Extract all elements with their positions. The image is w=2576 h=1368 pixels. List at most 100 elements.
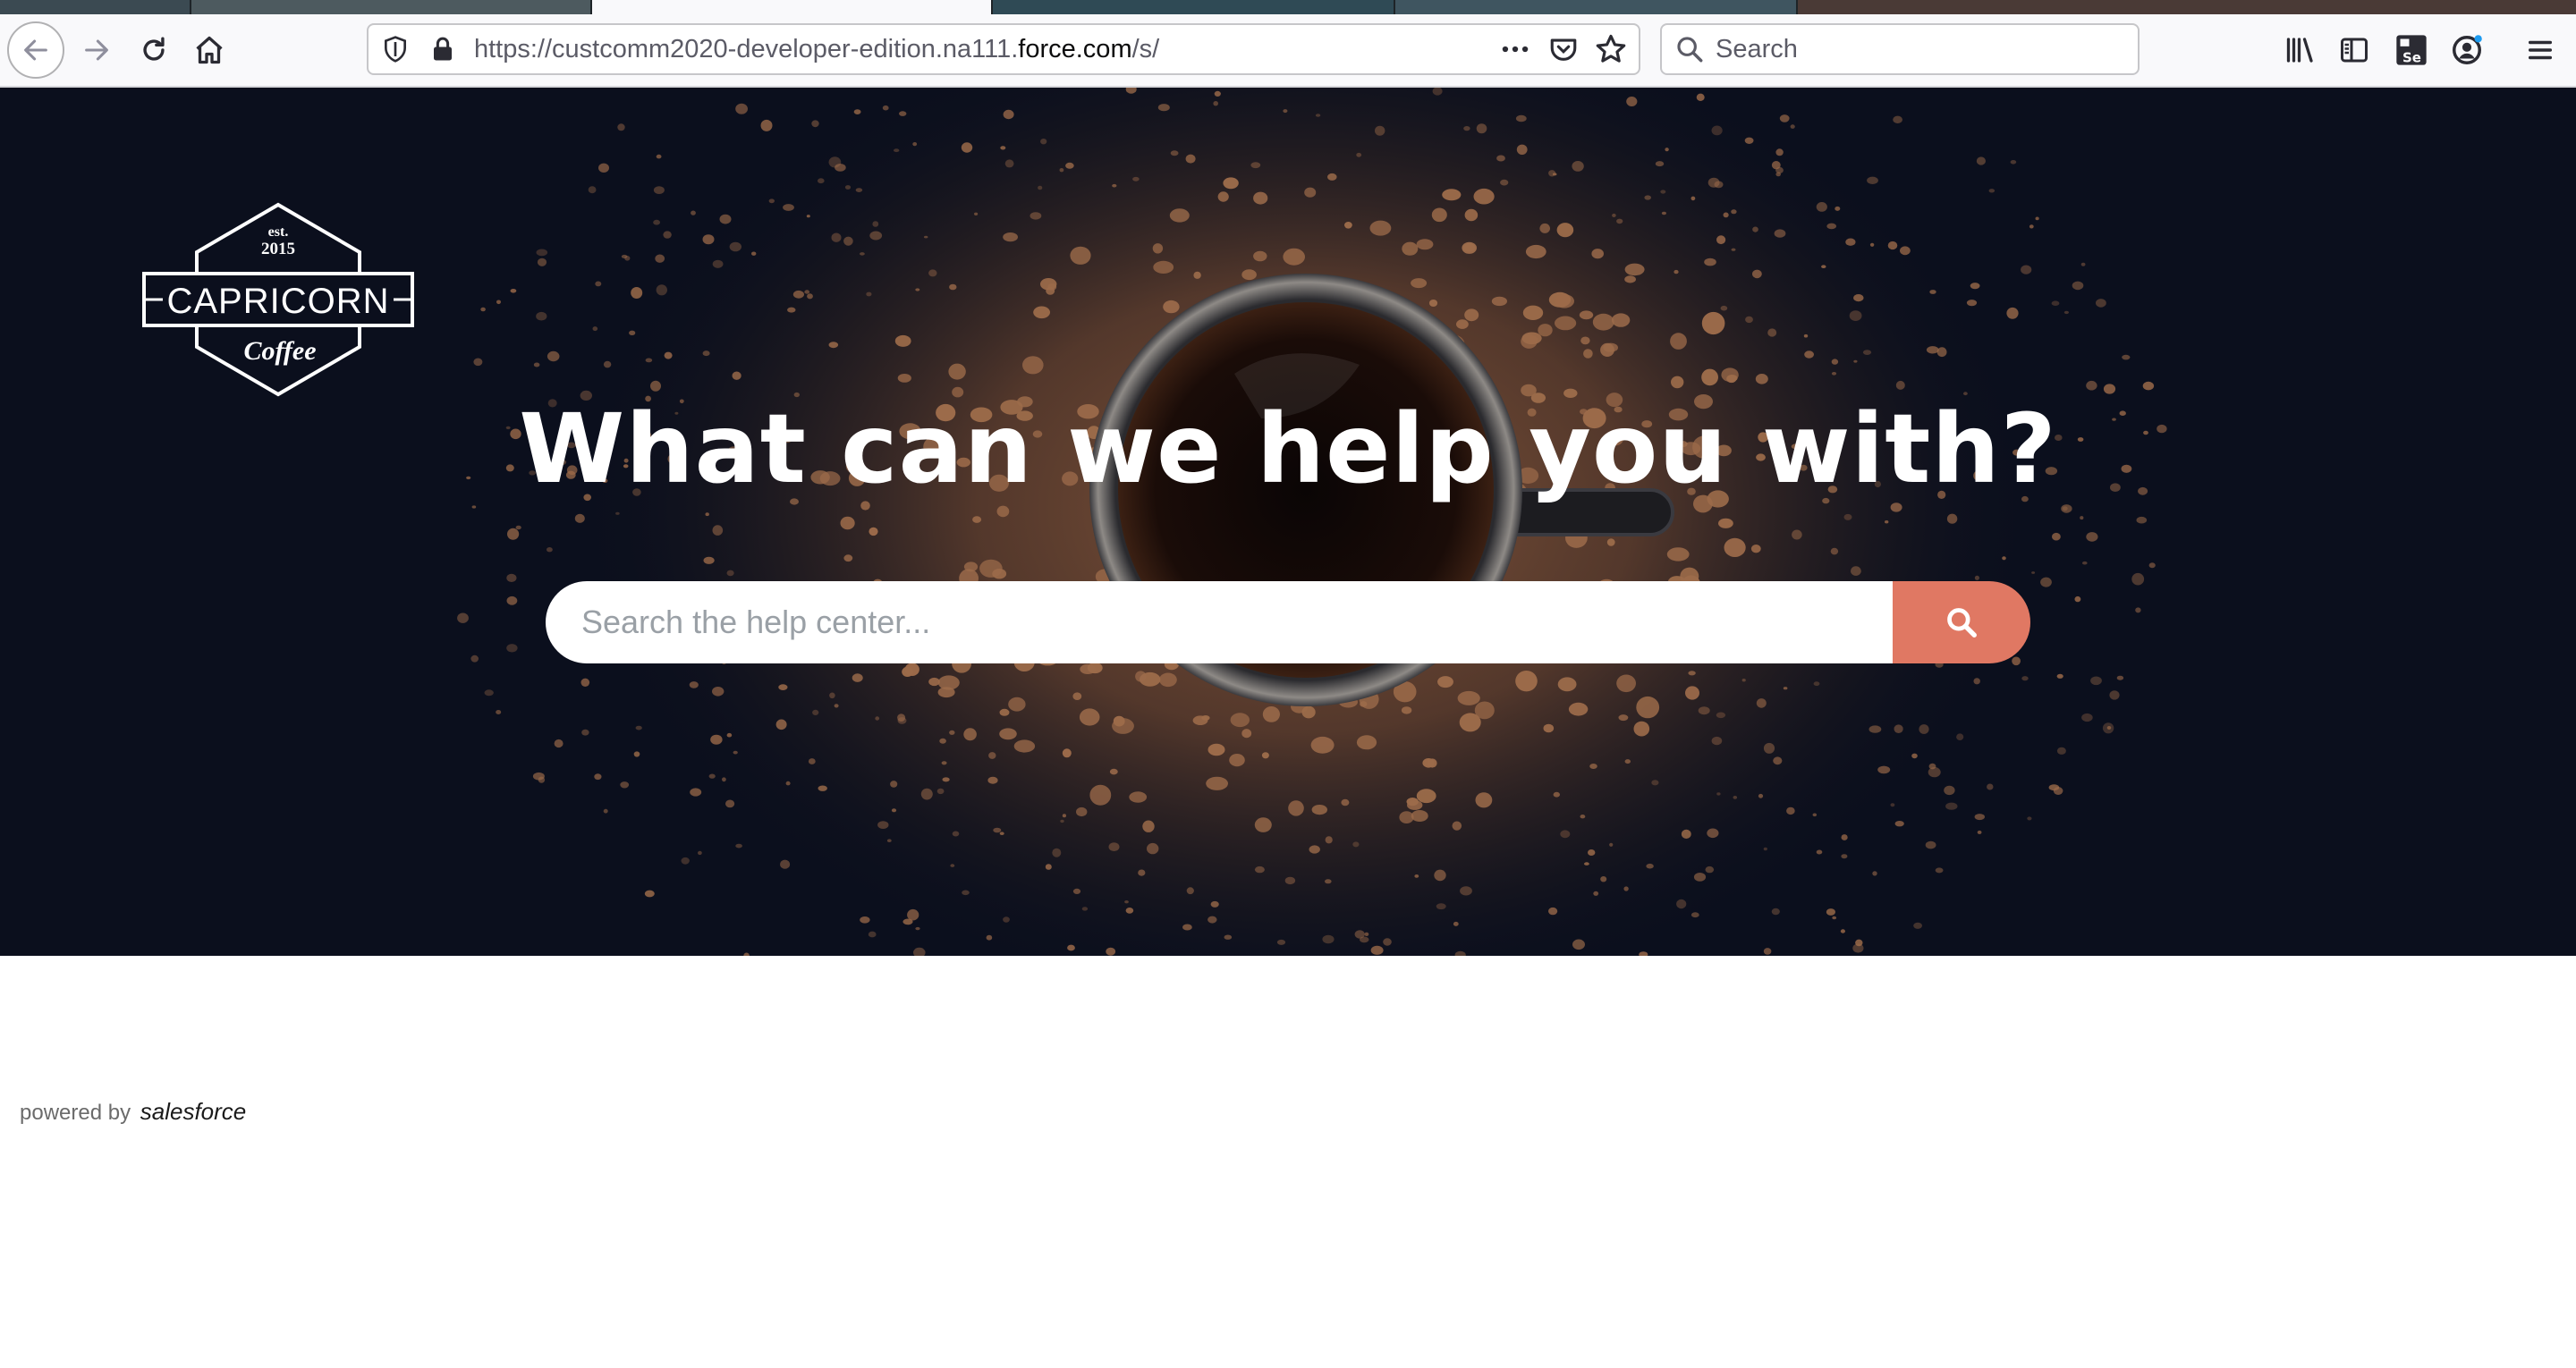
- coffee-ground-speck: [1442, 189, 1462, 201]
- selenium-extension-button[interactable]: Se: [2386, 25, 2436, 75]
- browser-tab[interactable]: [0, 0, 190, 14]
- coffee-ground-speck: [915, 926, 920, 931]
- url-text[interactable]: https://custcomm2020-developer-edition.n…: [474, 25, 1159, 73]
- forward-button[interactable]: [73, 27, 120, 73]
- browser-tab[interactable]: [191, 0, 590, 14]
- coffee-ground-speck: [962, 890, 970, 896]
- powered-by-footer[interactable]: powered by salesforce: [20, 1098, 246, 1126]
- bookmark-star-icon[interactable]: [1594, 32, 1628, 71]
- coffee-ground-speck: [691, 210, 696, 215]
- coffee-ground-speck: [1803, 334, 1809, 338]
- reload-button[interactable]: [131, 27, 177, 73]
- coffee-ground-speck: [950, 864, 955, 867]
- coffee-ground-speck: [1072, 888, 1081, 895]
- coffee-ground-speck: [2035, 216, 2039, 221]
- coffee-ground-speck: [1163, 300, 1180, 314]
- coffee-ground-speck: [1849, 310, 1862, 321]
- coffee-ground-speck: [663, 231, 672, 239]
- coffee-ground-speck: [1383, 938, 1392, 946]
- coffee-ground-speck: [598, 163, 609, 173]
- coffee-ground-speck: [1434, 869, 1446, 882]
- coffee-ground-speck: [615, 511, 620, 515]
- library-button[interactable]: [2277, 27, 2324, 73]
- coffee-ground-speck: [1779, 114, 1790, 122]
- coffee-ground-speck: [1885, 520, 1889, 524]
- coffee-ground-speck: [853, 109, 861, 114]
- help-search-input[interactable]: [546, 581, 1893, 663]
- coffee-ground-speck: [1821, 265, 1826, 268]
- coffee-ground-speck: [1707, 828, 1719, 839]
- home-button[interactable]: [186, 27, 233, 73]
- coffee-ground-speck: [1157, 104, 1170, 112]
- coffee-ground-speck: [537, 258, 547, 266]
- hero-banner: est. 2015 CAPRICORN Coffee What can we h…: [0, 88, 2576, 956]
- coffee-ground-speck: [1401, 706, 1412, 714]
- selenium-icon: Se: [2396, 35, 2427, 65]
- coffee-ground-speck: [1288, 800, 1304, 816]
- coffee-ground-speck: [719, 214, 732, 224]
- coffee-ground-speck: [722, 777, 726, 782]
- coffee-ground-speck: [1946, 513, 1958, 524]
- coffee-ground-speck: [1213, 101, 1218, 106]
- coffee-ground-speck: [1877, 765, 1891, 774]
- coffee-ground-speck: [1851, 566, 1861, 576]
- coffee-ground-speck: [735, 843, 742, 849]
- coffee-ground-speck: [785, 781, 791, 786]
- account-button[interactable]: [2444, 27, 2490, 73]
- coffee-ground-speck: [635, 725, 642, 730]
- back-arrow-icon: [24, 39, 47, 61]
- coffee-ground-speck: [712, 687, 724, 697]
- coffee-ground-speck: [987, 776, 998, 784]
- coffee-ground-speck: [1816, 849, 1823, 855]
- coffee-ground-speck: [1208, 743, 1225, 756]
- coffee-ground-speck: [1600, 342, 1614, 357]
- coffee-ground-speck: [1670, 333, 1687, 350]
- coffee-ground-speck: [1496, 155, 1505, 162]
- coffee-ground-speck: [595, 281, 602, 287]
- back-button[interactable]: [7, 21, 64, 79]
- coffee-ground-speck: [2080, 516, 2084, 520]
- coffee-ground-speck: [1460, 886, 1472, 896]
- browser-tab-active[interactable]: [592, 0, 991, 14]
- coffee-ground-speck: [787, 307, 796, 313]
- coffee-ground-speck: [1062, 748, 1072, 758]
- coffee-ground-speck: [1671, 376, 1684, 389]
- coffee-ground-speck: [1217, 191, 1229, 202]
- coffee-ground-speck: [644, 890, 655, 898]
- coffee-ground-speck: [1124, 900, 1129, 904]
- browser-search-bar[interactable]: Search: [1660, 23, 2140, 75]
- coffee-ground-speck: [869, 231, 883, 241]
- lock-icon[interactable]: [429, 34, 456, 69]
- sidebar-button[interactable]: [2331, 27, 2377, 73]
- coffee-ground-speck: [1003, 109, 1014, 120]
- coffee-ground-speck: [645, 358, 653, 363]
- coffee-ground-speck: [937, 687, 955, 698]
- coffee-ground-speck: [1845, 238, 1856, 246]
- coffee-ground-speck: [993, 827, 1002, 833]
- coffee-ground-speck: [2082, 561, 2088, 565]
- browser-tab[interactable]: [1798, 0, 2576, 14]
- coffee-ground-speck: [1867, 176, 1878, 184]
- coffee-ground-speck: [1515, 114, 1527, 122]
- coffee-ground-speck: [1254, 866, 1265, 874]
- browser-tab[interactable]: [1395, 0, 1796, 14]
- coffee-ground-speck: [1276, 939, 1286, 945]
- coffee-ground-speck: [843, 236, 853, 246]
- menu-button[interactable]: [2517, 27, 2563, 73]
- coffee-ground-speck: [1327, 173, 1337, 181]
- help-search-button[interactable]: [1893, 581, 2030, 663]
- coffee-ground-speck: [1584, 862, 1589, 866]
- coffee-ground-speck: [1135, 671, 1147, 682]
- coffee-ground-speck: [1756, 698, 1767, 708]
- coffee-ground-speck: [1309, 845, 1320, 854]
- coffee-ground-speck: [629, 330, 636, 335]
- browser-tab[interactable]: [993, 0, 1394, 14]
- pocket-icon[interactable]: [1547, 34, 1580, 69]
- shield-icon[interactable]: [381, 34, 410, 69]
- more-dots-icon[interactable]: [1497, 32, 1533, 71]
- url-bar[interactable]: https://custcomm2020-developer-edition.n…: [367, 23, 1640, 75]
- hero-headline: What can we help you with?: [519, 394, 2057, 505]
- coffee-ground-speck: [1593, 891, 1599, 896]
- coffee-ground-speck: [1356, 735, 1377, 750]
- coffee-ground-speck: [1112, 183, 1117, 188]
